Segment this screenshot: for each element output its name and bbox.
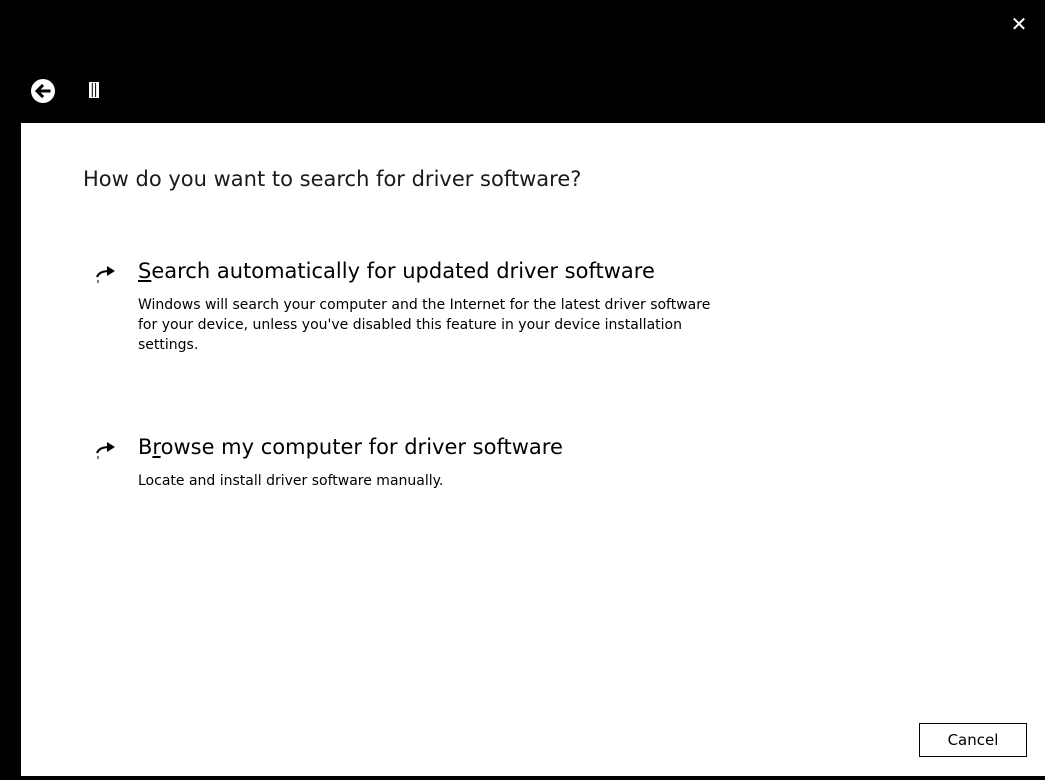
option-title-prefix: B bbox=[138, 435, 153, 459]
option-title[interactable]: Browse my computer for driver software bbox=[138, 435, 563, 459]
page-title: How do you want to search for driver sof… bbox=[83, 167, 582, 191]
dialog-content: How do you want to search for driver sof… bbox=[21, 123, 1045, 776]
title-bar: ✕ bbox=[0, 0, 1045, 123]
driver-update-window: ✕ How do you want to search for driver s… bbox=[0, 0, 1045, 780]
description-line: for your device, unless you've disabled … bbox=[138, 317, 682, 333]
option-title-text: owse my computer for driver software bbox=[160, 435, 563, 459]
description-line: Locate and install driver software manua… bbox=[138, 473, 444, 489]
option-description: Windows will search your computer and th… bbox=[138, 295, 878, 355]
option-title[interactable]: Search automatically for updated driver … bbox=[138, 259, 655, 283]
cancel-button[interactable]: Cancel bbox=[919, 723, 1027, 757]
back-arrow-icon[interactable] bbox=[30, 78, 56, 104]
option-title-text: earch automatically for updated driver s… bbox=[151, 259, 655, 283]
description-line: Windows will search your computer and th… bbox=[138, 297, 711, 313]
option-description: Locate and install driver software manua… bbox=[138, 471, 878, 491]
accelerator-key: S bbox=[138, 259, 152, 283]
right-arrow-icon bbox=[96, 442, 115, 459]
close-button[interactable]: ✕ bbox=[1007, 12, 1031, 36]
right-arrow-icon bbox=[96, 266, 115, 283]
device-icon bbox=[89, 82, 99, 98]
accelerator-key: r bbox=[152, 435, 161, 459]
description-line: settings. bbox=[138, 337, 199, 353]
